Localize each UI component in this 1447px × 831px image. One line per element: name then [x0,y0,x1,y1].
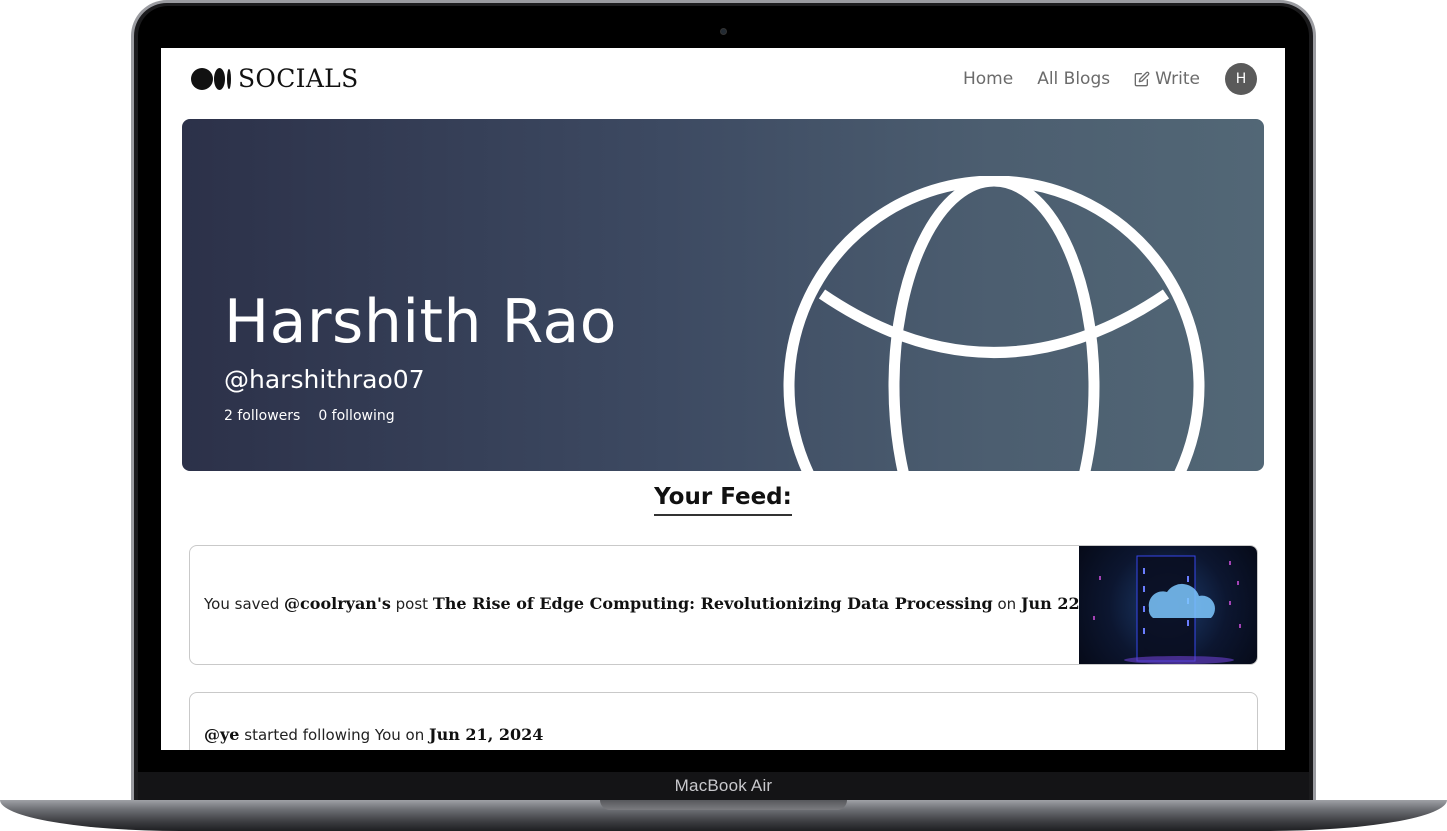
device-label: MacBook Air [674,776,773,795]
profile-stats: 2 followers 0 following [224,408,413,424]
nav-links: Home All Blogs Write H [939,63,1257,95]
feed-item-on: on [997,595,1017,613]
feed-item[interactable]: @ye started following You on Jun 21, 202… [189,692,1258,750]
avatar[interactable]: H [1225,63,1257,95]
screen: SOCIALS Home All Blogs Write H Harshith … [161,48,1285,750]
brand-logo[interactable]: SOCIALS [191,64,359,93]
brand-name: SOCIALS [238,64,359,93]
feed-item-prefix: You saved [204,595,280,613]
cloud-server-image [1093,555,1241,664]
nav-home-link[interactable]: Home [963,69,1013,89]
laptop-chin: MacBook Air [138,772,1309,800]
profile-name: Harshith Rao [224,287,617,357]
navbar: SOCIALS Home All Blogs Write H [161,48,1285,108]
feed-item-user-link[interactable]: @ye [204,725,239,744]
feed-title: Your Feed: [654,484,792,516]
feed-item-post-link[interactable]: The Rise of Edge Computing: Revolutioniz… [433,594,993,613]
feed-item-date: Jun 21, 2024 [429,725,544,744]
post-thumbnail[interactable] [1079,546,1257,664]
laptop-base-notch [600,800,847,810]
feed-item-action: started following You on [244,726,425,744]
feed-item-text: You saved @coolryan's post The Rise of E… [204,594,1135,613]
nav-all-blogs-link[interactable]: All Blogs [1037,69,1110,89]
following-count[interactable]: 0 following [318,408,394,424]
logo-icon [191,67,233,91]
profile-handle: @harshithrao07 [224,365,425,394]
globe-icon [783,176,1205,471]
feed-item-mid: post [395,595,429,613]
feed-heading: Your Feed: [161,484,1285,516]
feed-item[interactable]: You saved @coolryan's post The Rise of E… [189,545,1258,665]
nav-write-link[interactable]: Write [1134,69,1200,89]
feed-item-text: @ye started following You on Jun 21, 202… [204,725,543,744]
profile-banner: Harshith Rao @harshithrao07 2 followers … [182,119,1264,471]
followers-count[interactable]: 2 followers [224,408,300,424]
camera-icon [720,28,727,35]
feed-item-user-link[interactable]: @coolryan's [284,594,391,613]
nav-write-label: Write [1155,69,1200,89]
pencil-square-icon [1134,71,1150,87]
